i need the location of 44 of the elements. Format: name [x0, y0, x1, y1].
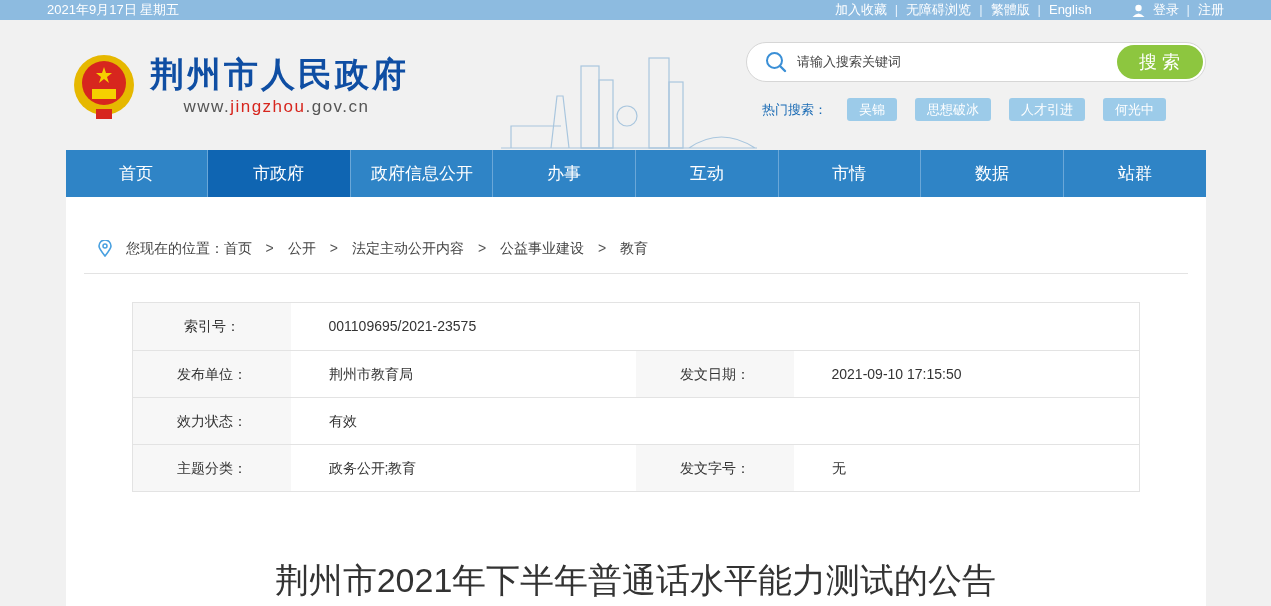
field-value: 荆州市教育局: [327, 364, 414, 384]
breadcrumb-label: 您现在的位置：: [125, 238, 224, 258]
search-icon: [764, 51, 787, 73]
location-pin-icon: [97, 239, 112, 257]
separator-text: |: [894, 1, 899, 19]
field-value: 2021-09-10 17:15:50: [830, 364, 963, 384]
breadcrumb-link[interactable]: 首页: [223, 237, 252, 259]
field-value: 政务公开;教育: [327, 458, 418, 478]
user-icon: [1131, 3, 1145, 17]
hot-search-label: 热门搜索：: [761, 100, 827, 119]
separator-text: |: [1037, 1, 1041, 19]
separator-text: >: [265, 238, 274, 258]
top-link[interactable]: 注册: [1198, 0, 1224, 20]
separator-text: >: [329, 238, 338, 258]
site-url: www.jingzhou.gov.cn: [183, 96, 371, 119]
field-label: 效力状态：: [132, 398, 291, 444]
emblem-icon: [71, 53, 136, 121]
field-label: 主题分类：: [132, 445, 291, 491]
field-value: 无: [830, 458, 847, 478]
separator-text: |: [1186, 1, 1190, 19]
separator-text: |: [979, 1, 983, 19]
field-label: 索引号：: [132, 303, 291, 350]
breadcrumb-link[interactable]: 法定主动公开内容: [351, 237, 464, 259]
nav-tab[interactable]: 市政府: [207, 150, 350, 197]
separator-text: >: [477, 238, 487, 258]
site-name: 荆州市人民政府: [149, 54, 409, 95]
field-label: 发文字号：: [635, 445, 794, 491]
top-link[interactable]: 繁體版: [990, 0, 1030, 20]
breadcrumb-link[interactable]: 公开: [287, 237, 316, 259]
article-title: 荆州市2021年下半年普通话水平能力测试的公告: [273, 560, 998, 601]
search-button[interactable]: 搜 索: [1116, 45, 1203, 79]
top-link[interactable]: 登录: [1152, 0, 1179, 20]
field-value: 001109695/2021-23575: [327, 317, 478, 336]
search-field[interactable]: 请输入搜索关键词 搜 索: [745, 42, 1206, 82]
field-value: 有效: [327, 411, 358, 431]
separator-text: >: [598, 238, 607, 258]
top-link[interactable]: 加入收藏: [834, 0, 887, 20]
top-link[interactable]: English: [1048, 0, 1092, 20]
breadcrumb-link[interactable]: 教育: [620, 237, 649, 259]
date-text: 2021年9月17日 星期五: [47, 1, 180, 19]
field-label: 发文日期：: [635, 351, 794, 397]
field-label: 发布单位：: [132, 351, 291, 397]
top-link[interactable]: 无障碍浏览: [906, 0, 972, 20]
breadcrumb-link[interactable]: 公益事业建设: [500, 237, 585, 259]
